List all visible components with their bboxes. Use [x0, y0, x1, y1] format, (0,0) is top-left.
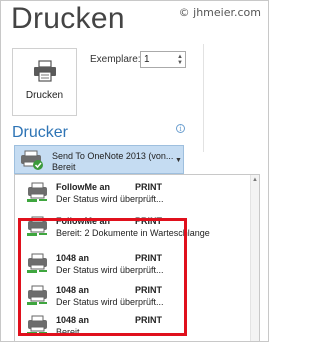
- spin-down-icon[interactable]: ▼: [177, 60, 183, 66]
- printer-section-title: Drucker: [12, 124, 69, 141]
- network-printer-icon: [27, 182, 47, 202]
- highlight-box: [18, 218, 187, 336]
- list-scrollbar[interactable]: ▲: [250, 175, 259, 341]
- watermark: © jhmeier.com: [178, 6, 261, 19]
- chevron-down-icon[interactable]: ▼: [175, 157, 182, 164]
- divider: [203, 44, 204, 152]
- page-title: Drucken: [11, 2, 125, 35]
- printer-type: PRINT: [135, 182, 162, 192]
- printer-status: Der Status wird überprüft...: [56, 194, 164, 204]
- info-icon[interactable]: i: [176, 124, 185, 133]
- printer-dropdown[interactable]: Send To OneNote 2013 (von... Bereit ▼: [14, 145, 184, 174]
- list-item[interactable]: FollowMe an PRINT Der Status wird überpr…: [15, 178, 252, 208]
- printer-name: FollowMe an: [56, 182, 110, 192]
- spin-buttons[interactable]: ▲ ▼: [175, 52, 185, 67]
- printer-check-icon: [21, 150, 43, 170]
- printer-icon: [33, 60, 56, 82]
- selected-printer-name: Send To OneNote 2013 (von...: [52, 151, 174, 161]
- print-button[interactable]: Drucken: [12, 48, 77, 116]
- copies-value: 1: [144, 54, 150, 65]
- scroll-up-icon[interactable]: ▲: [252, 177, 258, 183]
- copies-stepper[interactable]: 1 ▲ ▼: [140, 51, 186, 68]
- print-button-label: Drucken: [25, 90, 64, 101]
- copies-label: Exemplare:: [90, 54, 141, 65]
- selected-printer-status: Bereit: [52, 162, 76, 172]
